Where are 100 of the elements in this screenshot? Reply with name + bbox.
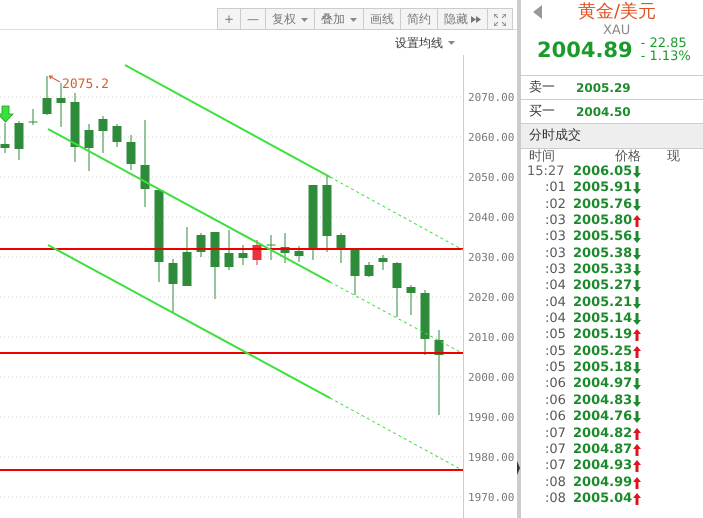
time-cell-text: :06 [544, 376, 567, 393]
candle [336, 232, 346, 264]
quote-price: 2004.50 [576, 104, 631, 120]
time-cell-text: :03 [544, 229, 567, 246]
price-cell: 2005.76 [573, 196, 632, 214]
axis-label: 1970.00 [468, 491, 514, 504]
price-cell: 2004.83 [573, 392, 632, 410]
candle [224, 230, 234, 270]
candle [378, 254, 388, 270]
fullscreen-icon [494, 14, 506, 26]
price-cell: 2004.97 [573, 376, 632, 393]
price-cell: 2004.82 [573, 426, 632, 442]
candle [392, 262, 402, 318]
price-cell: 2005.38 [573, 246, 632, 262]
candle [280, 232, 290, 264]
leader-line [48, 76, 60, 82]
candle [182, 226, 192, 286]
time-cell-text: :04 [544, 278, 567, 295]
down-arrow-icon [0, 106, 14, 123]
candle [84, 124, 94, 172]
candle [420, 290, 430, 356]
price-cell: 2005.14 [573, 311, 632, 328]
price-cell: 2005.04 [573, 490, 632, 508]
time-cell-text: :07 [544, 458, 567, 475]
instrument-name: 黄金/美元 [578, 0, 656, 24]
time-cell-text: :03 [544, 262, 567, 278]
price-cell: 2005.27 [573, 278, 632, 295]
time-cell-text: :05 [544, 344, 567, 360]
column-header: 时间 [529, 149, 555, 164]
high-price-label: 2075.2 [62, 77, 109, 92]
time-cell-text: :06 [544, 409, 567, 426]
caret-icon [301, 18, 308, 22]
ma-settings-dropdown[interactable]: 设置均线 [395, 34, 455, 52]
splitter-arrow-icon [517, 461, 520, 475]
price-cell: 2004.87 [573, 442, 632, 458]
time-cell-text: :03 [544, 246, 567, 262]
candle [252, 240, 262, 266]
quote-price: 2005.29 [576, 80, 631, 96]
axis-label: 1990.00 [468, 411, 514, 424]
time-cell-text: :06 [544, 392, 567, 410]
candle [42, 76, 52, 116]
double-arrow-icon [471, 16, 481, 24]
price-cell: 2005.56 [573, 229, 632, 246]
candle [238, 244, 248, 266]
column-header: 现 [667, 149, 680, 164]
price-cell: 2005.91 [573, 180, 632, 197]
time-cell-text: :03 [544, 213, 567, 230]
time-cell-text: :07 [544, 442, 567, 458]
caret-icon [350, 18, 357, 22]
axis-label: 2050.00 [468, 171, 514, 184]
axis-label: 2020.00 [468, 291, 514, 304]
candle [168, 258, 178, 314]
candle [112, 124, 122, 148]
quote-label: 卖一 [529, 78, 556, 97]
axis-label: 2010.00 [468, 331, 514, 344]
column-header: 价格 [615, 149, 641, 164]
axis-label: 1980.00 [468, 451, 514, 464]
section-title: 分时成交 [529, 127, 581, 146]
candle [294, 246, 304, 262]
price-cell: 2005.25 [573, 344, 632, 360]
price-cell: 2004.76 [573, 409, 632, 426]
price-cell: 2005.18 [573, 360, 632, 376]
instrument-code: XAU [603, 24, 632, 37]
candle [364, 262, 374, 278]
axis-label: 2040.00 [468, 211, 514, 224]
price-cell: 2004.93 [573, 458, 632, 475]
time-cell-text: :04 [544, 294, 567, 312]
time-cell-text: 15:27 [526, 164, 566, 180]
candle [126, 134, 136, 170]
candle [350, 248, 360, 296]
time-cell-text: :02 [544, 196, 567, 214]
quote-label: 买一 [529, 102, 556, 121]
axis-label: 2000.00 [468, 371, 514, 384]
price-cell: 2005.33 [573, 262, 632, 278]
price-cell: 2004.99 [573, 474, 632, 491]
candle [406, 284, 416, 316]
last-price: 2004.89 [537, 38, 633, 62]
caret-icon [448, 41, 455, 46]
axis-label: 2060.00 [468, 131, 514, 144]
candle [210, 232, 220, 300]
candle [14, 120, 24, 160]
candle [0, 122, 10, 154]
time-cell-text: :08 [544, 474, 567, 491]
candle [28, 108, 38, 126]
price-cell: 2006.05 [573, 164, 632, 180]
time-cell-text: :08 [544, 490, 567, 508]
candle [196, 232, 206, 258]
back-arrow-icon[interactable] [533, 5, 542, 19]
price-change: - 22.85 [640, 37, 687, 50]
price-cell: 2005.80 [573, 213, 632, 230]
time-cell-text: :01 [544, 180, 567, 197]
percent-change: - 1.13% [640, 50, 691, 63]
axis-label: 2030.00 [468, 251, 514, 264]
price-cell: 2005.21 [573, 294, 632, 312]
time-cell-text: :04 [544, 311, 567, 328]
candle [266, 234, 276, 260]
time-cell-text: :07 [544, 426, 567, 442]
price-cell: 2005.19 [573, 327, 632, 344]
candle [98, 116, 108, 154]
axis-label: 2070.00 [468, 91, 514, 104]
